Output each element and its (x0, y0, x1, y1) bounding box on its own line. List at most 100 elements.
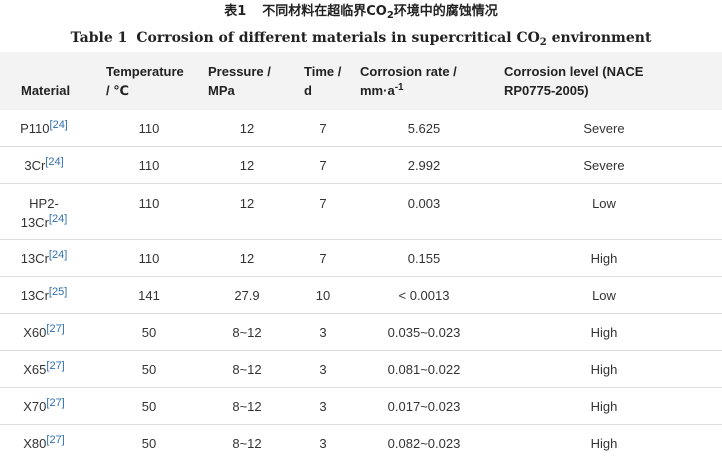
table-row: 3Cr[24] 110 12 7 2.992 Severe (0, 147, 722, 184)
cell-pressure: 12 (239, 250, 255, 266)
cell-pressure: 8~12 (232, 398, 262, 414)
header-pressure: Pressure / MPa (208, 62, 271, 100)
reference-link[interactable]: [27] (46, 397, 64, 409)
cell-corrosion-level: Low (592, 196, 616, 211)
table-row: HP2- 13Cr[24] 110 12 7 0.003 Low (0, 184, 722, 240)
cell-temperature: 141 (138, 287, 160, 303)
cell-corrosion-level: Low (592, 287, 616, 303)
header-level-line1: Corrosion level (NACE (504, 64, 644, 79)
table-title-en: Corrosion of different materials in supe… (136, 30, 540, 46)
header-pressure-line1: Pressure / (208, 64, 271, 79)
cell-corrosion-rate: 0.035~0.023 (387, 324, 461, 340)
reference-link[interactable]: [27] (46, 323, 64, 335)
cell-material: X60[27] (23, 322, 65, 340)
cell-material: HP2- 13Cr[24] (20, 196, 68, 230)
cell-time: 3 (319, 398, 327, 414)
cell-corrosion-level: Severe (583, 157, 625, 173)
cell-temperature: 50 (141, 324, 157, 340)
cell-pressure: 8~12 (232, 435, 262, 451)
table-row: 13Cr[25] 141 27.9 10 < 0.0013 Low (0, 277, 722, 314)
cell-corrosion-level: High (590, 435, 618, 451)
cell-material: X65[27] (23, 359, 65, 377)
cell-temperature: 110 (138, 196, 160, 211)
cell-temperature: 110 (138, 157, 160, 173)
cell-corrosion-level: High (590, 324, 618, 340)
cell-corrosion-rate: 5.625 (407, 120, 441, 136)
cell-corrosion-rate: 0.081~0.022 (387, 361, 461, 377)
table-row: X80[27] 50 8~12 3 0.082~0.023 High (0, 425, 722, 461)
table-title-zh: 不同材料在超临界CO (262, 4, 387, 19)
reference-link[interactable]: [24] (50, 119, 68, 131)
cell-material: X70[27] (23, 396, 65, 414)
cell-time: 7 (319, 157, 327, 173)
reference-link[interactable]: [24] (45, 156, 63, 168)
table-row: X70[27] 50 8~12 3 0.017~0.023 High (0, 388, 722, 425)
header-time-line2: d (304, 83, 312, 98)
cell-pressure: 8~12 (232, 361, 262, 377)
cell-pressure: 12 (239, 196, 255, 211)
reference-link[interactable]: [25] (49, 286, 67, 298)
cell-corrosion-rate: 0.003 (407, 196, 441, 211)
header-rate-line1: Corrosion rate / (360, 64, 457, 79)
subscript: 2 (539, 37, 547, 48)
header-corrosion-rate: Corrosion rate / mm·a-1 (360, 62, 457, 100)
table-row: P110[24] 110 12 7 5.625 Severe (0, 110, 722, 147)
cell-corrosion-level: High (590, 398, 618, 414)
cell-material: 13Cr[24] (20, 248, 68, 266)
cell-time: 3 (319, 324, 327, 340)
cell-temperature: 50 (141, 361, 157, 377)
cell-corrosion-rate: 0.082~0.023 (387, 435, 461, 451)
table-row: X65[27] 50 8~12 3 0.081~0.022 High (0, 351, 722, 388)
reference-link[interactable]: [24] (49, 213, 67, 225)
header-time-line1: Time / (304, 64, 342, 79)
table-title-en-end: environment (546, 30, 652, 46)
cell-time: 10 (315, 287, 331, 303)
header-level-line2: RP0775-2005) (504, 83, 589, 98)
cell-corrosion-level: High (590, 250, 618, 266)
cell-pressure: 8~12 (232, 324, 262, 340)
cell-time: 3 (319, 361, 327, 377)
cell-pressure: 27.9 (234, 287, 260, 303)
cell-corrosion-level: Severe (583, 120, 625, 136)
cell-time: 3 (319, 435, 327, 451)
cell-corrosion-rate: < 0.0013 (398, 287, 450, 303)
header-temperature-line1: Temperature (106, 64, 184, 79)
header-pressure-line2: MPa (208, 83, 235, 98)
header-material: Material (21, 83, 71, 98)
header-rate-line2: mm·a (360, 83, 395, 98)
cell-corrosion-rate: 2.992 (407, 157, 441, 173)
header-temperature: Temperature / ℃ (106, 62, 184, 100)
table-number-zh: 表1 (224, 4, 247, 19)
cell-time: 7 (319, 250, 327, 266)
header-corrosion-level: Corrosion level (NACE RP0775-2005) (504, 62, 643, 100)
cell-time: 7 (319, 120, 327, 136)
cell-temperature: 110 (138, 120, 160, 136)
cell-material: X80[27] (23, 433, 65, 451)
reference-link[interactable]: [27] (46, 360, 64, 372)
table-row: 13Cr[24] 110 12 7 0.155 High (0, 240, 722, 277)
cell-material: 3Cr[24] (24, 155, 64, 173)
cell-corrosion-rate: 0.155 (407, 250, 441, 266)
table-caption-english: Table 1 Corrosion of different materials … (0, 24, 722, 52)
header-temperature-line2: / ℃ (106, 83, 129, 98)
header-time: Time / d (304, 62, 341, 100)
cell-temperature: 50 (141, 398, 157, 414)
table-row: X60[27] 50 8~12 3 0.035~0.023 High (0, 314, 722, 351)
header-rate-superscript: -1 (394, 82, 404, 93)
reference-link[interactable]: [27] (46, 434, 64, 446)
cell-temperature: 110 (138, 250, 160, 266)
table-title-zh-end: 环境中的腐蚀情况 (393, 4, 498, 19)
cell-pressure: 12 (239, 120, 255, 136)
table-number-en: Table 1 (70, 30, 128, 46)
cell-pressure: 12 (239, 157, 255, 173)
table-header: Material Temperature / ℃ Pressure / MPa … (0, 52, 722, 110)
table-caption-chinese: 表1 不同材料在超临界CO2环境中的腐蚀情况 (0, 0, 722, 24)
cell-corrosion-rate: 0.017~0.023 (387, 398, 461, 414)
cell-temperature: 50 (141, 435, 157, 451)
subscript: 2 (386, 10, 394, 21)
cell-time: 7 (319, 196, 327, 211)
cell-material: 13Cr[25] (20, 285, 68, 303)
cell-corrosion-level: High (590, 361, 618, 377)
cell-material: P110[24] (20, 118, 68, 136)
reference-link[interactable]: [24] (49, 249, 67, 261)
